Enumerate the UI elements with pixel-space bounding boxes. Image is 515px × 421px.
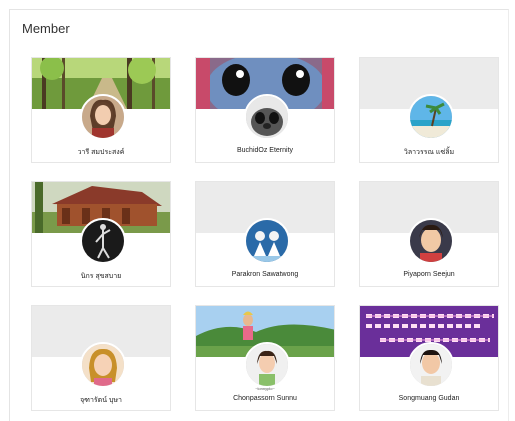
member-card[interactable]: ~lonnyplo~ Chonpassorn Sunnu [195, 305, 335, 411]
avatar[interactable] [244, 218, 290, 264]
member-name[interactable]: วิลาวรรณ แซ่ลิ้ม [360, 147, 498, 158]
member-card[interactable]: จุฑารัตน์ บุษา [31, 305, 171, 411]
section-title: Member [22, 21, 70, 36]
member-name[interactable]: Piyaporn Seejun [360, 271, 498, 278]
member-card[interactable]: Songmuang Gudan [359, 305, 499, 411]
member-name[interactable]: วารี สมประสงค์ [32, 147, 170, 158]
avatar[interactable] [408, 342, 454, 388]
avatar[interactable] [80, 94, 126, 140]
member-name[interactable]: นิกร สุขสบาย [32, 271, 170, 282]
member-card[interactable]: วารี สมประสงค์ [31, 57, 171, 163]
member-name[interactable]: Songmuang Gudan [360, 395, 498, 402]
member-card[interactable]: Piyaporn Seejun [359, 181, 499, 287]
member-card[interactable]: Parakron Sawatwong [195, 181, 335, 287]
member-name[interactable]: Chonpassorn Sunnu [196, 395, 334, 402]
member-name[interactable]: Parakron Sawatwong [196, 271, 334, 278]
avatar-caption: ~lonnyplo~ [255, 386, 275, 391]
member-card[interactable]: วิลาวรรณ แซ่ลิ้ม [359, 57, 499, 163]
avatar[interactable] [244, 342, 290, 388]
member-name[interactable]: BuchidOz Eternity [196, 147, 334, 154]
avatar[interactable] [244, 94, 290, 140]
avatar[interactable] [408, 218, 454, 264]
member-card[interactable]: BuchidOz Eternity [195, 57, 335, 163]
avatar[interactable] [80, 218, 126, 264]
avatar[interactable] [408, 94, 454, 140]
avatar[interactable] [80, 342, 126, 388]
member-name[interactable]: จุฑารัตน์ บุษา [32, 395, 170, 406]
member-card[interactable]: นิกร สุขสบาย [31, 181, 171, 287]
